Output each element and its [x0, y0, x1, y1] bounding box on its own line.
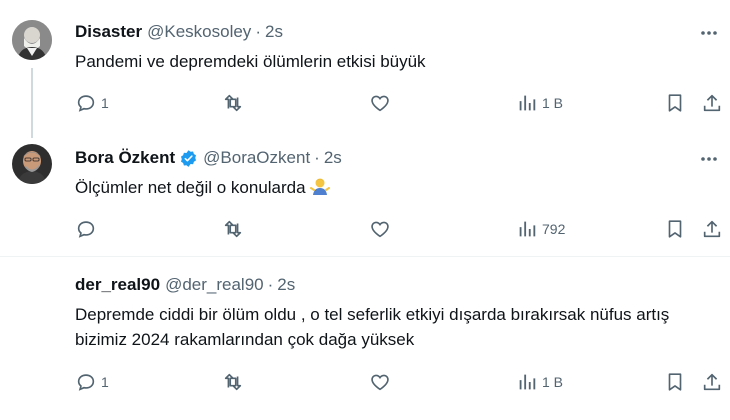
action-bar: 1 1 B: [75, 370, 723, 394]
bookmark-button[interactable]: [664, 91, 686, 115]
reply-count: 1: [101, 95, 109, 111]
view-count: 792: [542, 221, 566, 237]
separator-dot: ·: [267, 275, 274, 294]
retweet-button[interactable]: [222, 370, 244, 394]
author-name[interactable]: Bora Özkent: [75, 147, 175, 169]
author-name[interactable]: Disaster: [75, 21, 142, 43]
bookmark-icon: [668, 220, 682, 238]
heart-icon: [371, 374, 389, 391]
reply-count: 1: [101, 374, 109, 390]
reply-button[interactable]: [75, 217, 97, 241]
views-chart-icon: [519, 221, 536, 237]
author-handle[interactable]: @BoraOzkent: [203, 147, 310, 169]
bookmark-icon: [668, 94, 682, 112]
reply-button[interactable]: 1: [75, 370, 109, 394]
retweet-icon: [224, 220, 242, 238]
share-button[interactable]: [701, 91, 723, 115]
separator-dot: ·: [314, 148, 320, 167]
tweet-text: Pandemi ve depremdeki ölümlerin etkisi b…: [75, 52, 426, 71]
man-shrugging-emoji-icon: [310, 178, 331, 195]
like-button[interactable]: [369, 91, 391, 115]
action-bar: 792: [75, 217, 723, 241]
reply-icon: [77, 221, 95, 238]
avatar[interactable]: [12, 144, 52, 184]
retweet-button[interactable]: [222, 91, 244, 115]
bookmark-button[interactable]: [664, 370, 686, 394]
tweet-header: Disaster @Keskosoley · 2s: [75, 21, 283, 43]
like-button[interactable]: [369, 217, 391, 241]
timestamp[interactable]: 2s: [277, 274, 295, 296]
more-options-icon[interactable]: [698, 148, 720, 170]
like-button[interactable]: [369, 370, 391, 394]
view-count: 1 B: [542, 374, 564, 390]
heart-icon: [371, 221, 389, 238]
retweet-icon: [224, 94, 242, 112]
tweet-2[interactable]: Bora Özkent @BoraOzkent · 2s Ölçümler ne…: [0, 140, 730, 252]
reply-icon: [77, 374, 95, 391]
avatar-image: [12, 144, 52, 184]
more-options-icon[interactable]: [698, 22, 720, 44]
retweet-icon: [224, 373, 242, 391]
avatar-image: [12, 20, 52, 60]
retweet-button[interactable]: [222, 217, 244, 241]
separator-dot: ·: [255, 22, 261, 41]
views-button[interactable]: 1 B: [516, 370, 563, 394]
share-button[interactable]: [701, 217, 723, 241]
views-button[interactable]: 792: [516, 217, 565, 241]
share-button[interactable]: [701, 370, 723, 394]
views-chart-icon: [519, 95, 536, 111]
tweet-text: Ölçümler net değil o konularda: [75, 178, 306, 197]
tweet-1[interactable]: Disaster @Keskosoley · 2s Pandemi ve dep…: [0, 0, 730, 140]
author-handle[interactable]: @Keskosoley: [147, 21, 251, 43]
bookmark-icon: [668, 373, 682, 391]
tweet-header: der_real90 @der_real90 · 2s: [75, 274, 295, 296]
bookmark-button[interactable]: [664, 217, 686, 241]
views-chart-icon: [519, 374, 536, 390]
author-handle[interactable]: @der_real90: [165, 274, 264, 296]
verified-badge-icon[interactable]: [179, 149, 198, 168]
action-bar: 1 1 B: [75, 91, 723, 115]
view-count: 1 B: [542, 95, 564, 111]
tweet-text-container: Ölçümler net değil o konularda: [75, 175, 720, 200]
share-icon: [703, 220, 721, 238]
views-button[interactable]: 1 B: [516, 91, 563, 115]
timestamp[interactable]: 2s: [265, 21, 283, 43]
reply-icon: [77, 95, 95, 112]
tweet-text: Depremde ciddi bir ölüm oldu , o tel sef…: [75, 305, 670, 349]
tweet-3[interactable]: der_real90 @der_real90 · 2s Depremde cid…: [0, 257, 730, 420]
heart-icon: [371, 95, 389, 112]
reply-button[interactable]: 1: [75, 91, 109, 115]
share-icon: [703, 373, 721, 391]
avatar[interactable]: [12, 20, 52, 60]
author-name[interactable]: der_real90: [75, 274, 160, 296]
tweet-header: Bora Özkent @BoraOzkent · 2s: [75, 147, 342, 169]
share-icon: [703, 94, 721, 112]
timestamp[interactable]: 2s: [324, 147, 342, 169]
